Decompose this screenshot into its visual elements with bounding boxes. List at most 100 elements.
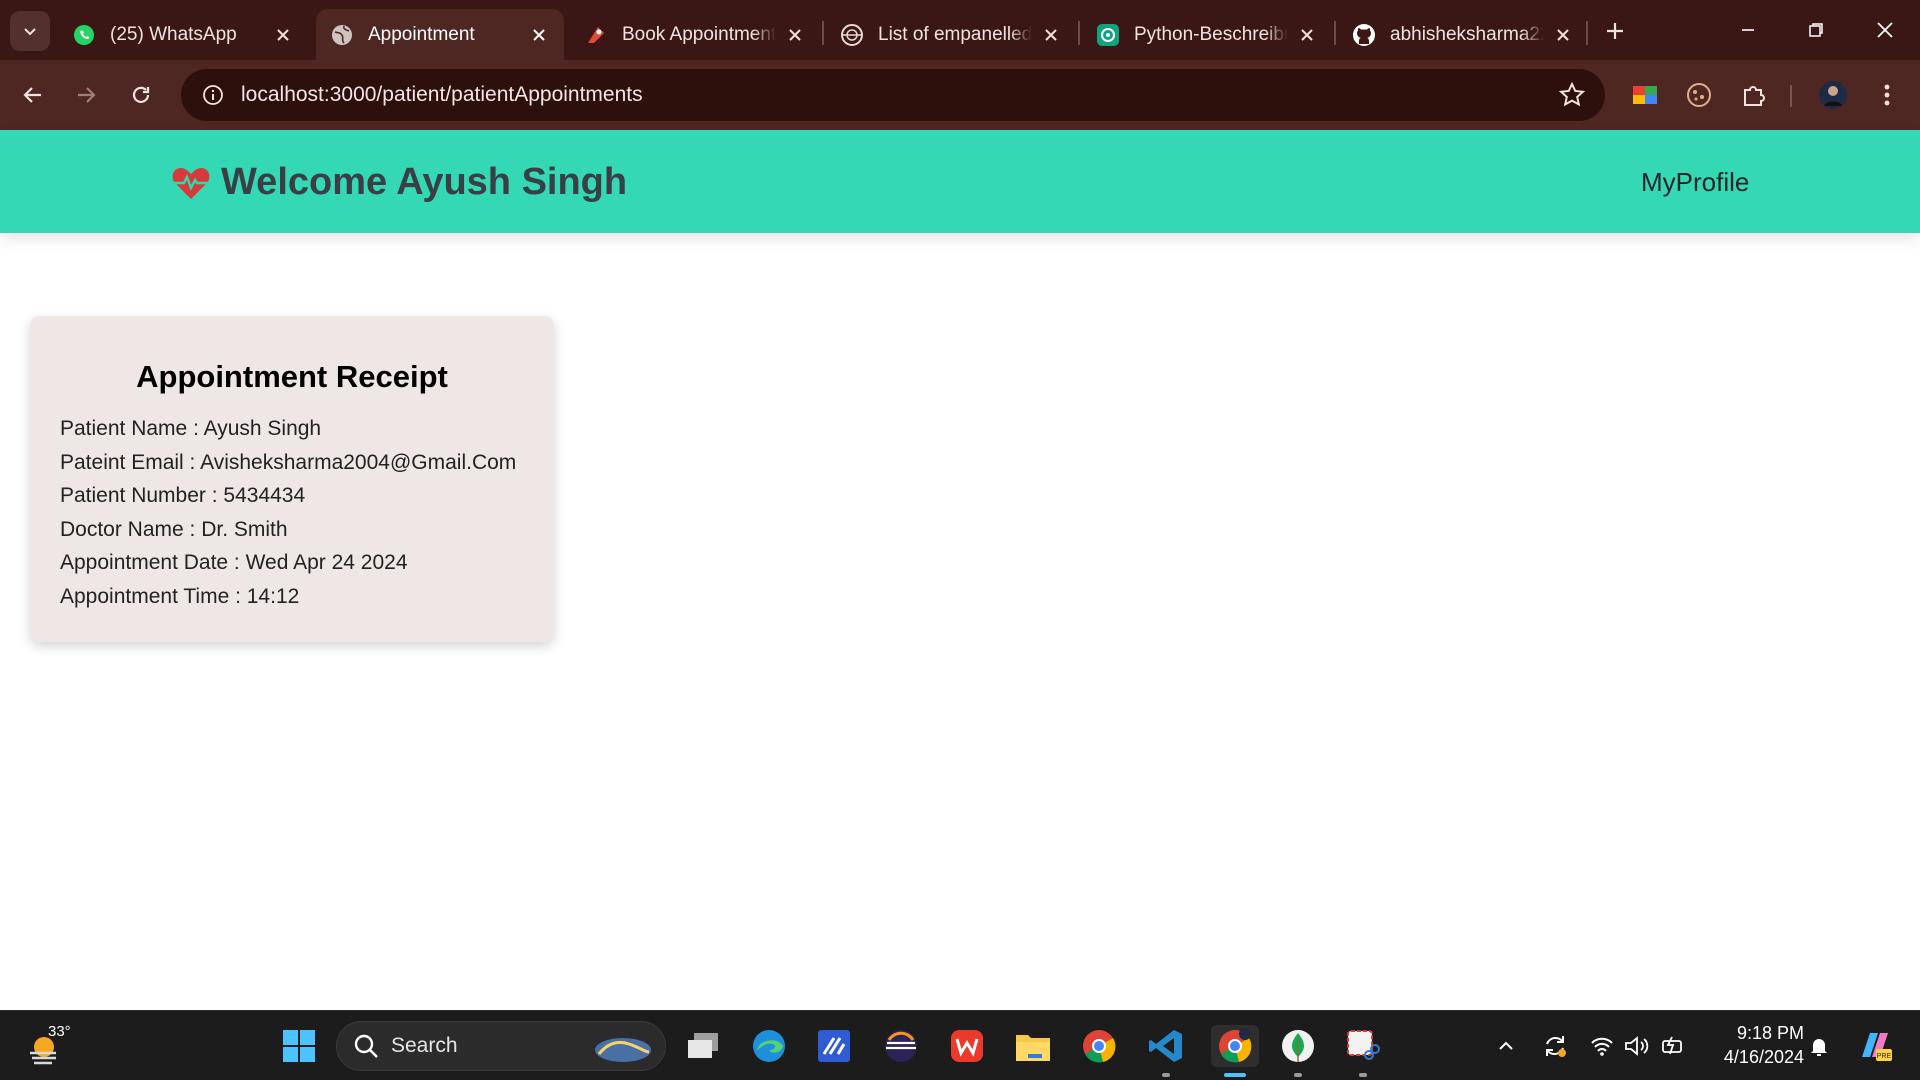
patient-email: Pateint Email : Avisheksharma2004@Gmail.… <box>60 450 517 474</box>
search-label: Search <box>391 1034 458 1057</box>
app-header: Welcome Ayush Singh MyProfile <box>0 130 1920 233</box>
edge-icon <box>753 1030 785 1062</box>
extensions-puzzle-icon[interactable] <box>1738 79 1770 111</box>
globe-icon <box>330 23 354 47</box>
tab-title: Python-Beschreibung <box>1134 23 1288 45</box>
tab-github[interactable]: abhisheksharma22 <box>1338 9 1588 60</box>
task-view-button[interactable] <box>682 1025 724 1067</box>
chrome-app[interactable] <box>1078 1025 1120 1067</box>
extension-colorful-icon[interactable] <box>1629 79 1661 111</box>
patient-name: Patient Name : Ayush Singh <box>60 417 322 440</box>
tab-whatsapp[interactable]: (25) WhatsApp <box>58 9 308 60</box>
chrome-profile-app[interactable] <box>1211 1025 1259 1077</box>
volume-tray-icon[interactable] <box>1622 1031 1652 1061</box>
notifications-button[interactable] <box>1804 1031 1834 1061</box>
tab-empanelled-list[interactable]: List of empanelled <box>826 9 1076 60</box>
svg-text:PRE: PRE <box>1877 1053 1892 1060</box>
url-text[interactable]: localhost:3000/patient/patientAppointmen… <box>241 83 643 107</box>
start-button[interactable] <box>278 1025 320 1067</box>
wifi-tray-icon[interactable] <box>1587 1031 1617 1061</box>
whatsapp-icon <box>72 23 96 47</box>
browser-menu-button[interactable] <box>1871 79 1903 111</box>
vscode-app[interactable] <box>1145 1025 1187 1077</box>
back-button[interactable] <box>13 75 53 115</box>
file-explorer-icon <box>1016 1035 1050 1061</box>
running-indicator <box>1359 1073 1367 1077</box>
show-hidden-icons-button[interactable] <box>1491 1031 1521 1061</box>
tab-python-beschreibung[interactable]: Python-Beschreibung <box>1082 9 1332 60</box>
patient-number: Patient Number : 5434434 <box>60 484 306 507</box>
tab-title: List of empanelled <box>878 23 1032 45</box>
close-icon[interactable] <box>528 24 550 46</box>
brand: Welcome Ayush Singh <box>171 161 627 204</box>
close-icon[interactable] <box>784 24 806 46</box>
running-indicator <box>1294 1073 1302 1077</box>
chevron-down-icon <box>24 28 36 36</box>
welcome-title: Welcome Ayush Singh <box>221 161 628 203</box>
tab-separator <box>1078 21 1080 45</box>
appointment-time: Appointment Time : 14:12 <box>60 584 300 608</box>
chrome-profile-icon <box>1219 1028 1252 1063</box>
search-highlight-icon <box>595 1038 651 1062</box>
copilot-button[interactable]: PRE <box>1855 1031 1895 1061</box>
bookmark-star-icon[interactable] <box>1559 82 1585 108</box>
site-icon <box>840 23 864 47</box>
browser-toolbar: localhost:3000/patient/patientAppointmen… <box>0 60 1920 130</box>
forward-button[interactable] <box>66 75 106 115</box>
close-icon[interactable] <box>1552 24 1574 46</box>
eclipse-app[interactable] <box>880 1025 922 1067</box>
doctor-name: Doctor Name : Dr. Smith <box>60 517 288 541</box>
file-explorer-app[interactable] <box>1012 1025 1054 1067</box>
sync-icon <box>1546 1036 1566 1057</box>
weather-widget[interactable]: 33° <box>26 1023 72 1069</box>
battery-charging-icon <box>1662 1036 1682 1055</box>
snipping-tool-app[interactable] <box>1342 1025 1384 1077</box>
battery-tray-icon[interactable] <box>1658 1031 1688 1061</box>
receipt-details: Patient Name : Ayush Singh Pateint Email… <box>60 412 516 613</box>
mongodb-icon <box>1282 1030 1314 1062</box>
clock-date: 4/16/2024 <box>1723 1047 1804 1067</box>
chatgpt-icon <box>1096 23 1120 47</box>
eclipse-icon <box>885 1030 917 1062</box>
reload-icon <box>132 86 150 103</box>
vscode-alt-icon <box>818 1030 850 1062</box>
arrow-left-icon <box>23 87 41 103</box>
close-icon <box>1877 22 1893 38</box>
edge-app[interactable] <box>748 1025 790 1067</box>
mongodb-app[interactable] <box>1277 1025 1319 1077</box>
restore-button[interactable] <box>1791 10 1841 50</box>
sync-tray-icon[interactable] <box>1540 1031 1570 1061</box>
windows-taskbar: 33° Search 9:18 PM 4/16/2024 PRE <box>0 1010 1920 1080</box>
weather-temp: 33° <box>48 1023 71 1040</box>
receipt-title: Appointment Receipt <box>136 359 448 394</box>
tab-search-button[interactable] <box>10 11 50 51</box>
more-vert-icon <box>1884 84 1890 106</box>
profile-avatar[interactable] <box>1817 79 1849 111</box>
close-window-button[interactable] <box>1860 10 1910 50</box>
wps-app[interactable] <box>946 1025 988 1067</box>
system-clock[interactable]: 9:18 PM 4/16/2024 <box>1704 1021 1804 1069</box>
my-profile-link[interactable]: MyProfile <box>1641 167 1749 198</box>
volume-icon <box>1625 1036 1649 1056</box>
address-bar[interactable]: localhost:3000/patient/patientAppointmen… <box>181 69 1605 121</box>
close-icon[interactable] <box>272 24 294 46</box>
new-tab-button[interactable] <box>1598 14 1632 48</box>
tab-title: Appointment <box>368 23 475 45</box>
minimize-button[interactable] <box>1723 10 1773 50</box>
site-info-icon[interactable] <box>187 69 239 121</box>
running-indicator <box>1162 1073 1170 1077</box>
appointment-receipt-card: Appointment Receipt Patient Name : Ayush… <box>30 316 554 642</box>
tab-book-appointment[interactable]: Book Appointment <box>570 9 820 60</box>
restore-icon <box>1809 23 1823 37</box>
reload-button[interactable] <box>121 75 161 115</box>
vscode-alt-app[interactable] <box>813 1025 855 1067</box>
close-icon[interactable] <box>1040 24 1062 46</box>
tab-separator <box>1334 21 1336 45</box>
taskbar-search[interactable]: Search <box>336 1021 666 1071</box>
close-icon[interactable] <box>1296 24 1318 46</box>
browser-tab-strip: (25) WhatsApp Appointment Book Appointme… <box>0 0 1920 60</box>
heartbeat-icon <box>172 167 210 199</box>
tab-appointment[interactable]: Appointment <box>316 9 564 60</box>
extension-cookie-icon[interactable] <box>1683 79 1715 111</box>
clock-time: 9:18 PM <box>1736 1023 1804 1043</box>
